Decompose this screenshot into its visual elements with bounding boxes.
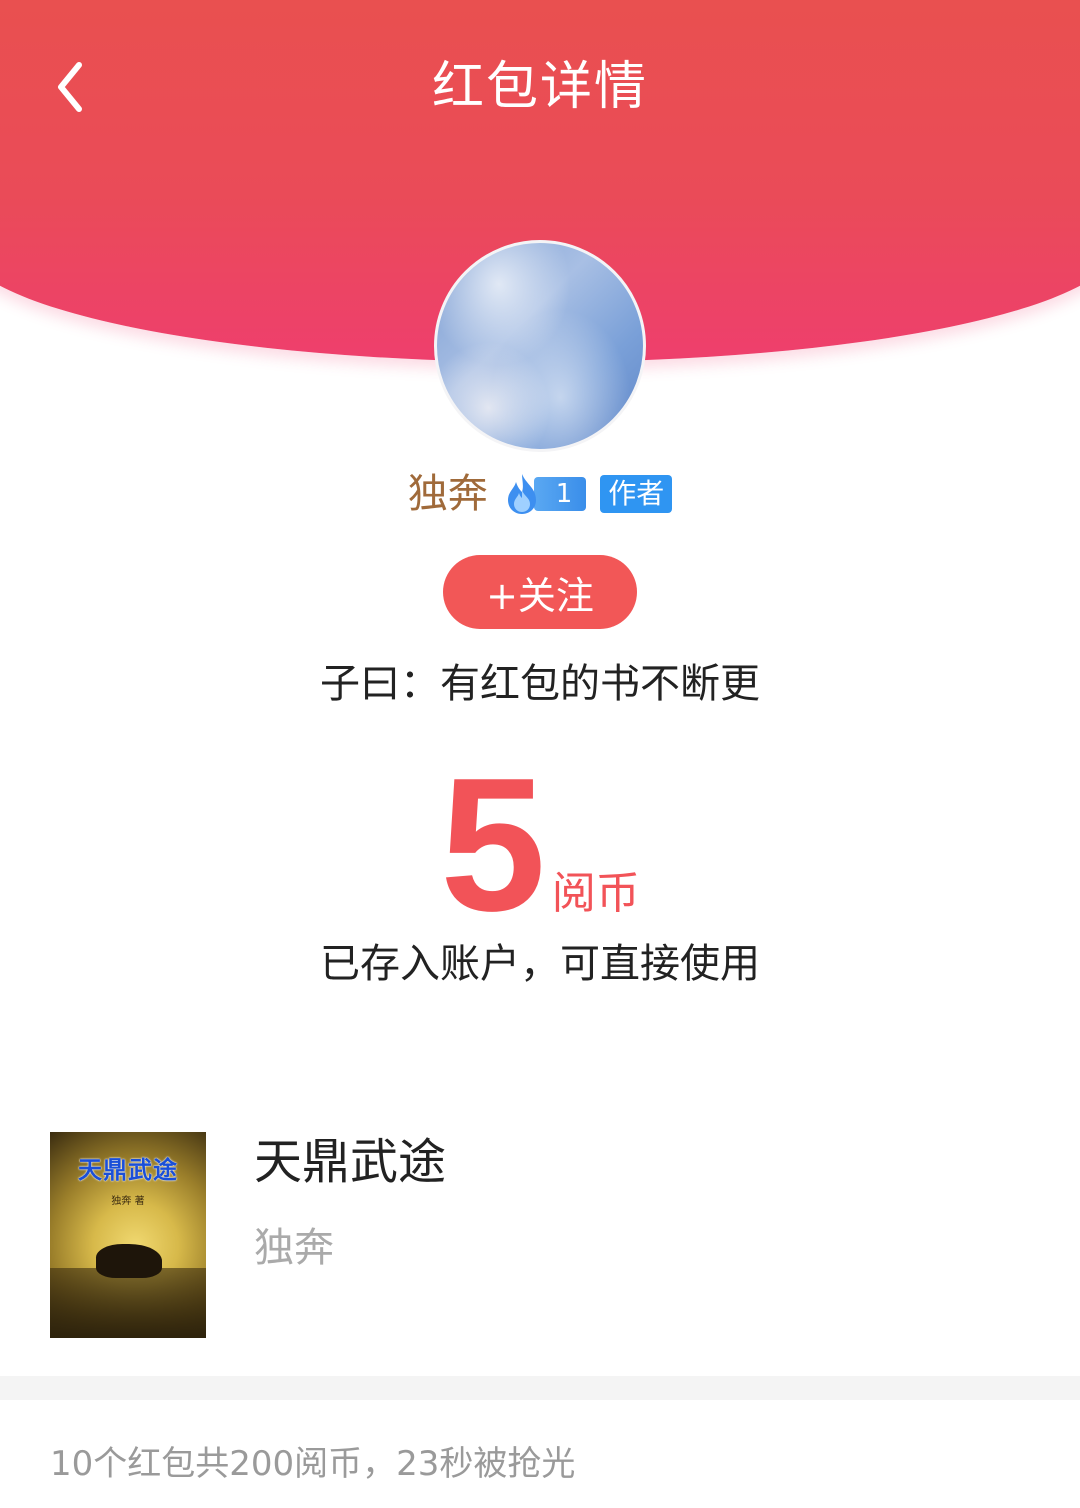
sender-info: 独奔 1 作者 (0, 468, 1080, 520)
deposit-note: 已存入账户，可直接使用 (320, 941, 760, 987)
flame-icon (507, 474, 536, 514)
follow-button[interactable]: +关注 (443, 555, 637, 629)
book-title[interactable]: 天鼎武途 (254, 1132, 446, 1192)
author-tag: 作者 (600, 475, 673, 513)
avatar[interactable] (434, 240, 646, 452)
cover-title: 天鼎武途 (78, 1156, 178, 1184)
amount-unit: 阅币 (551, 868, 640, 919)
book-card[interactable]: 天鼎武途 独奔 著 天鼎武途 独奔 (50, 1132, 1030, 1342)
book-author: 独奔 (254, 1225, 334, 1271)
amount-value: 5 (440, 739, 546, 951)
sender-name[interactable]: 独奔 (408, 468, 488, 520)
page-title: 红包详情 (431, 57, 648, 117)
cover-author: 独奔 著 (111, 1196, 145, 1207)
book-cover[interactable]: 天鼎武途 独奔 著 (50, 1132, 206, 1338)
red-packet-message: 子曰：有红包的书不断更 (320, 661, 760, 707)
cover-ground (50, 1268, 206, 1338)
cover-bison-figure (96, 1244, 162, 1278)
reward-amount: 5 阅币 (0, 739, 1080, 951)
section-divider (0, 1376, 1080, 1400)
level-badge: 1 (502, 474, 587, 514)
red-packet-summary: 10个红包共200阅币，23秒被抢光 (50, 1444, 576, 1484)
